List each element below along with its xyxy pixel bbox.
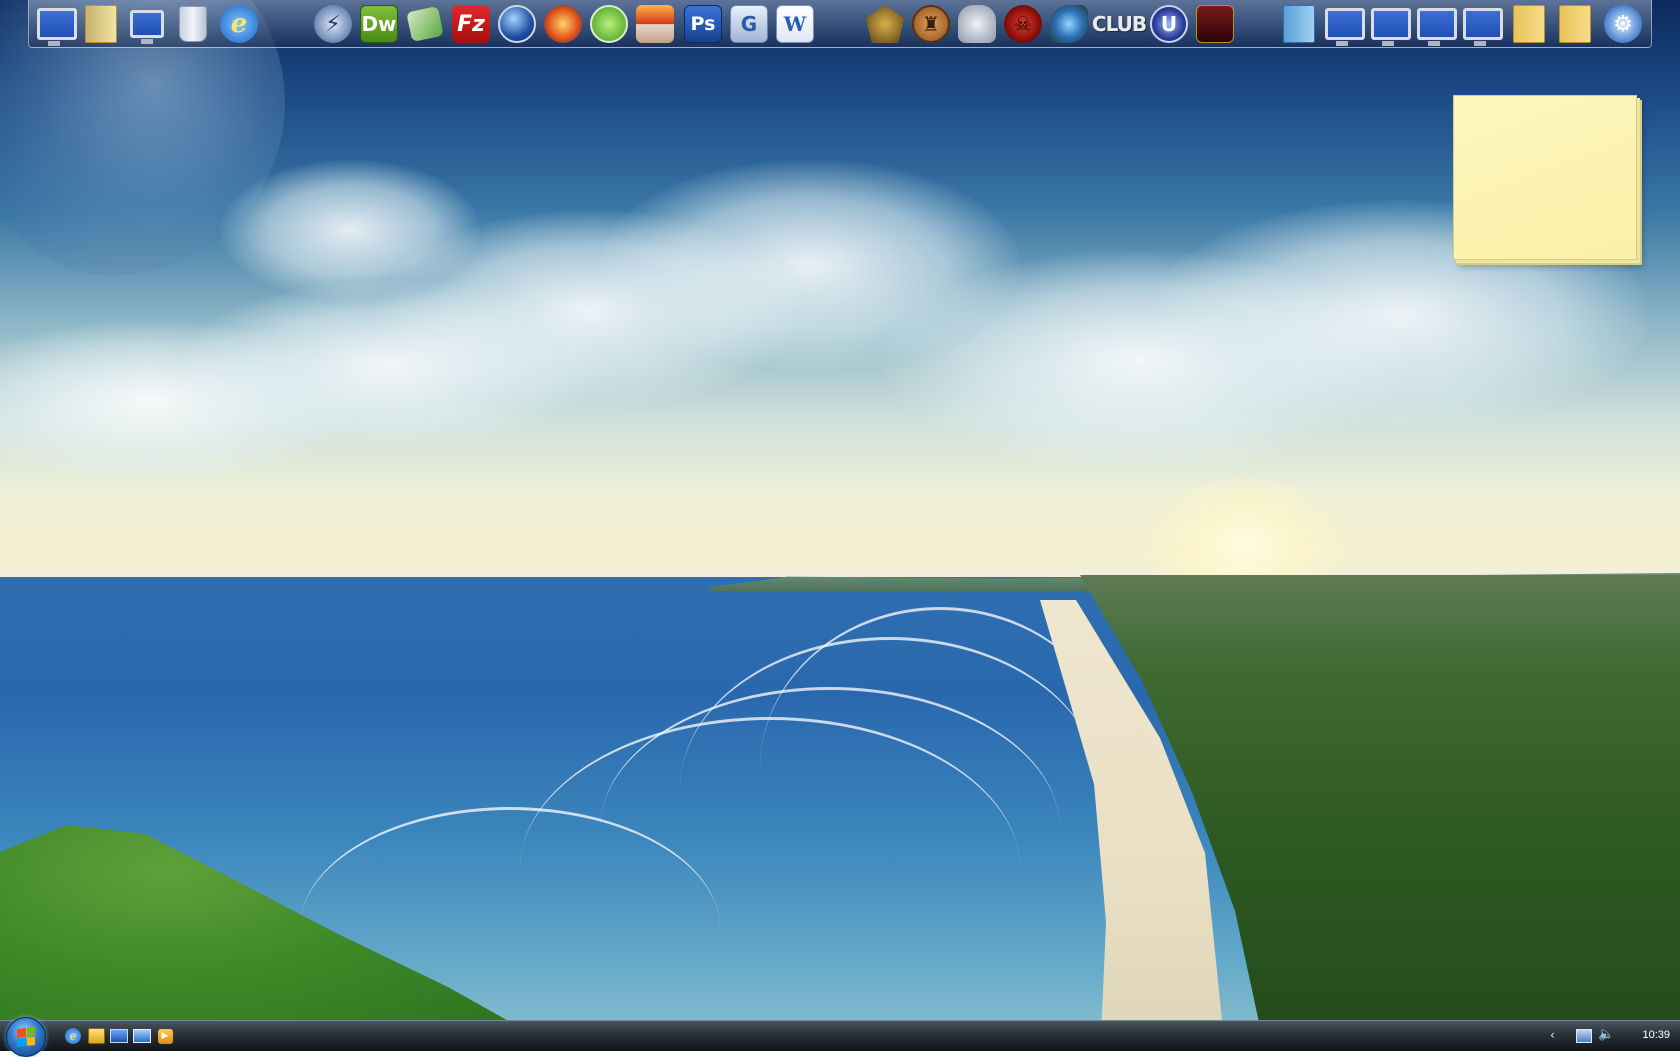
gears-of-war-icon[interactable]: ☠ [1003, 4, 1043, 44]
dreamweaver-icon[interactable]: Dw [359, 4, 399, 44]
bronze-medal-game-icon[interactable]: ♜ [911, 4, 951, 44]
network-drive-3-icon[interactable] [1417, 4, 1457, 46]
internet-explorer-icon[interactable]: e [219, 4, 259, 44]
image-viewer-icon[interactable] [405, 4, 445, 44]
filezilla-icon[interactable]: Fz [451, 4, 491, 44]
top-dock: e ⚡ Dw Fz Ps G W ♜ ☠ CLUB U ⚙ [28, 0, 1652, 48]
desktop-wallpaper [0, 0, 1680, 1050]
network-status-icon[interactable] [1576, 1029, 1592, 1043]
word-icon[interactable]: W [775, 4, 815, 44]
samurai-game-icon[interactable] [865, 4, 905, 44]
download-accelerator-icon[interactable]: ⚡ [313, 4, 353, 44]
club-game-icon[interactable]: CLUB [1092, 4, 1147, 44]
documents-icon[interactable] [81, 4, 121, 44]
volume-icon[interactable]: 🔈 [1598, 1027, 1614, 1042]
switch-windows-icon[interactable] [133, 1028, 151, 1044]
network-drive-1-icon[interactable] [1325, 4, 1365, 46]
computer-icon[interactable] [37, 4, 77, 46]
photoshop-icon[interactable]: Ps [683, 4, 723, 44]
sticky-note[interactable] [1453, 95, 1637, 260]
media-center-icon[interactable]: G [729, 4, 769, 44]
heroes-game-icon[interactable] [1195, 4, 1235, 44]
unreal-tournament-icon[interactable]: U [1149, 4, 1189, 44]
start-button[interactable] [6, 1017, 46, 1057]
robot-game-icon[interactable] [957, 4, 997, 44]
cloud [220, 160, 480, 300]
nero-burning-icon[interactable] [543, 4, 583, 44]
network-icon[interactable] [127, 4, 167, 44]
spore-game-icon[interactable] [1049, 4, 1089, 44]
ie-quicklaunch-icon[interactable]: e [64, 1028, 82, 1044]
control-panel-icon[interactable]: ⚙ [1603, 4, 1643, 44]
show-hidden-icons-chevron-icon[interactable]: ‹ [1550, 1028, 1555, 1042]
taskbar: e ▶ ‹ 🔈 10:39 [0, 1017, 1680, 1057]
folder-2-icon[interactable] [1555, 4, 1595, 44]
google-earth-icon[interactable] [497, 4, 537, 44]
windows-live-icon[interactable] [589, 4, 629, 44]
clock[interactable]: 10:39 [1642, 1029, 1670, 1041]
media-player-quicklaunch-icon[interactable]: ▶ [156, 1028, 174, 1044]
network-drive-2-icon[interactable] [1371, 4, 1411, 46]
recycle-bin-icon[interactable] [173, 4, 213, 44]
folder-1-icon[interactable] [1509, 4, 1549, 44]
nero-startsmart-icon[interactable] [635, 4, 675, 44]
outlook-quicklaunch-icon[interactable] [87, 1028, 105, 1044]
windows-logo-icon [17, 1027, 35, 1047]
show-desktop-icon[interactable] [110, 1028, 128, 1044]
system-tray: ‹ 🔈 10:39 [1550, 1021, 1680, 1051]
network-drive-4-icon[interactable] [1463, 4, 1503, 46]
downloads-icon[interactable] [1279, 4, 1319, 44]
